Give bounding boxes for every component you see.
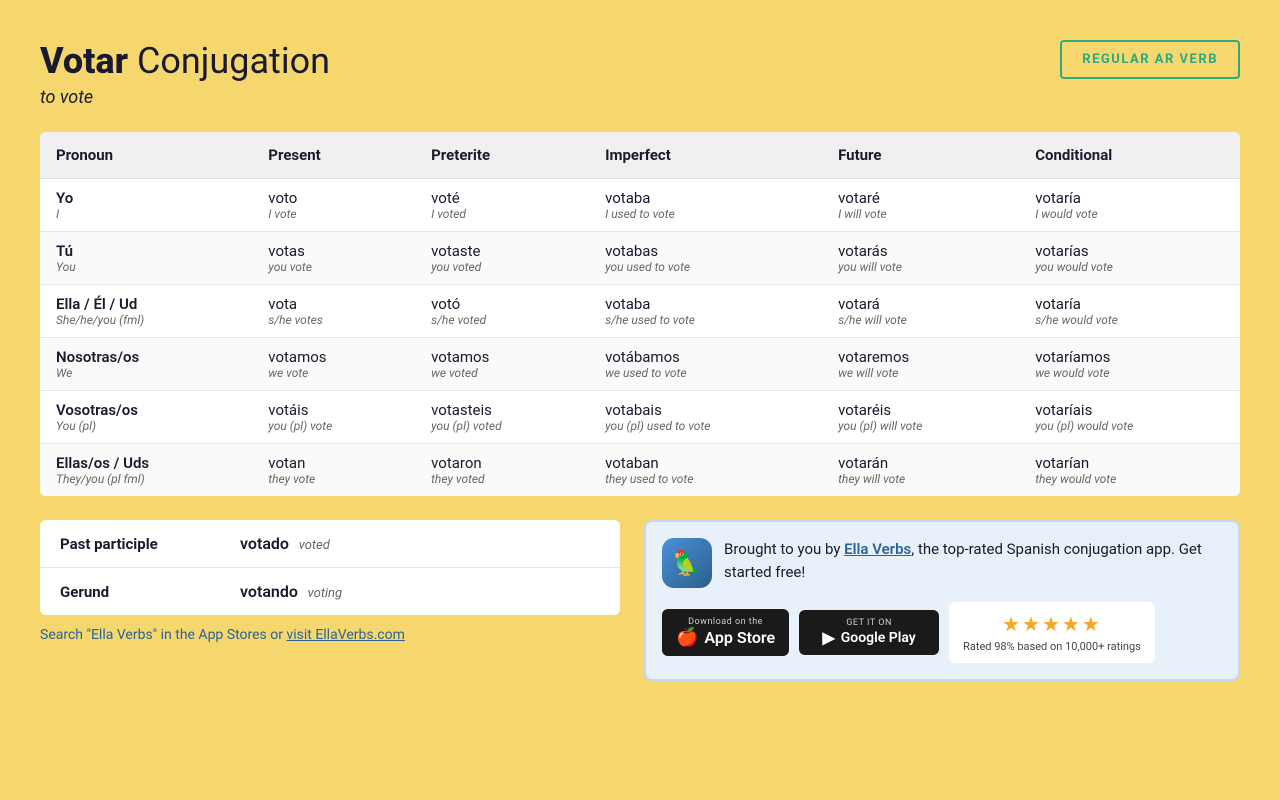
table-row: Nosotras/osWevotamoswe votevotamoswe vot… [40,338,1240,391]
verb-cell: votaréI will vote [822,179,1019,232]
verb-cell: votabasyou used to vote [589,232,822,285]
participle-table: Past participle votado voted Gerund vota… [40,520,620,615]
col-header-future: Future [822,132,1019,179]
table-row: Ella / Él / UdShe/he/you (fml)votas/he v… [40,285,1240,338]
verb-cell: votarías/he would vote [1019,285,1240,338]
past-participle-row: Past participle votado voted [40,520,620,568]
google-play-button[interactable]: GET IT ON ▶ Google Play [799,610,939,655]
pronoun-cell: Ellas/os / UdsThey/you (pl fml) [40,444,252,497]
app-store-label-small: Download on the [688,617,763,627]
page-title: Votar Conjugation [40,40,330,83]
verb-cell: votaronthey voted [415,444,589,497]
verb-type-badge: REGULAR AR VERB [1060,40,1240,79]
verb-cell: votamoswe vote [252,338,415,391]
store-buttons: Download on the 🍎 App Store GET IT ON ▶ … [662,602,1222,663]
verb-cell: votasteyou voted [415,232,589,285]
pronoun-cell: Vosotras/osYou (pl) [40,391,252,444]
promo-header: 🦜 Brought to you by Ella Verbs, the top-… [662,538,1222,588]
promo-section: 🦜 Brought to you by Ella Verbs, the top-… [644,520,1240,681]
past-participle-value: votado voted [220,520,620,568]
past-participle-label: Past participle [40,520,220,568]
col-header-conditional: Conditional [1019,132,1240,179]
verb-cell: votéI voted [415,179,589,232]
google-play-icon: ▶ [822,628,834,647]
page-subtitle: to vote [40,87,330,108]
verb-cell: votarás/he will vote [822,285,1019,338]
google-play-label-big: ▶ Google Play [822,628,915,647]
google-play-label-small: GET IT ON [846,618,892,628]
gerund-row: Gerund votando voting [40,568,620,616]
gerund-value: votando voting [220,568,620,616]
col-header-preterite: Preterite [415,132,589,179]
verb-cell: votábamoswe used to vote [589,338,822,391]
conjugation-table: Pronoun Present Preterite Imperfect Futu… [40,132,1240,496]
verb-cell: votarásyou will vote [822,232,1019,285]
verb-cell: votabanthey used to vote [589,444,822,497]
verb-cell: votaríanthey would vote [1019,444,1240,497]
page-header: Votar Conjugation to vote REGULAR AR VER… [40,40,1240,108]
pronoun-cell: TúYou [40,232,252,285]
verb-cell: votabaisyou (pl) used to vote [589,391,822,444]
verb-cell: votaríamoswe would vote [1019,338,1240,391]
verb-cell: votáisyou (pl) vote [252,391,415,444]
verb-cell: votamoswe voted [415,338,589,391]
participle-section: Past participle votado voted Gerund vota… [40,520,620,643]
pronoun-cell: Nosotras/osWe [40,338,252,391]
verb-cell: votas/he votes [252,285,415,338]
apple-icon: 🍎 [676,627,698,648]
verb-cell: votaránthey will vote [822,444,1019,497]
promo-icon: 🦜 [662,538,712,588]
verb-cell: votoI vote [252,179,415,232]
verb-cell: votaréisyou (pl) will vote [822,391,1019,444]
star-rating: ★★★★★ [963,612,1141,636]
verb-cell: votasteisyou (pl) voted [415,391,589,444]
promo-text: Brought to you by Ella Verbs, the top-ra… [724,538,1222,583]
app-store-label-big: 🍎 App Store [676,627,775,648]
rating-text: Rated 98% based on 10,000+ ratings [963,640,1141,653]
verb-cell: votaremoswe will vote [822,338,1019,391]
col-header-imperfect: Imperfect [589,132,822,179]
verb-cell: votós/he voted [415,285,589,338]
ella-verbs-link[interactable]: visit EllaVerbs.com [286,627,404,643]
verb-cell: votanthey vote [252,444,415,497]
title-block: Votar Conjugation to vote [40,40,330,108]
ella-verbs-promo-link[interactable]: Ella Verbs [844,540,911,558]
verb-cell: votaríaisyou (pl) would vote [1019,391,1240,444]
verb-cell: votaríaI would vote [1019,179,1240,232]
col-header-pronoun: Pronoun [40,132,252,179]
app-store-button[interactable]: Download on the 🍎 App Store [662,609,789,656]
table-row: Vosotras/osYou (pl)votáisyou (pl) votevo… [40,391,1240,444]
verb-cell: votabaI used to vote [589,179,822,232]
verb-cell: votaríasyou would vote [1019,232,1240,285]
pronoun-cell: Ella / Él / UdShe/he/you (fml) [40,285,252,338]
search-text: Search "Ella Verbs" in the App Stores or… [40,627,620,643]
verb-cell: votabas/he used to vote [589,285,822,338]
verb-cell: votasyou vote [252,232,415,285]
col-header-present: Present [252,132,415,179]
gerund-label: Gerund [40,568,220,616]
bottom-section: Past participle votado voted Gerund vota… [40,520,1240,681]
table-row: TúYouvotasyou votevotasteyou votedvotaba… [40,232,1240,285]
table-row: Ellas/os / UdsThey/you (pl fml)votanthey… [40,444,1240,497]
table-row: YoIvotoI votevotéI votedvotabaI used to … [40,179,1240,232]
pronoun-cell: YoI [40,179,252,232]
rating-box: ★★★★★ Rated 98% based on 10,000+ ratings [949,602,1155,663]
